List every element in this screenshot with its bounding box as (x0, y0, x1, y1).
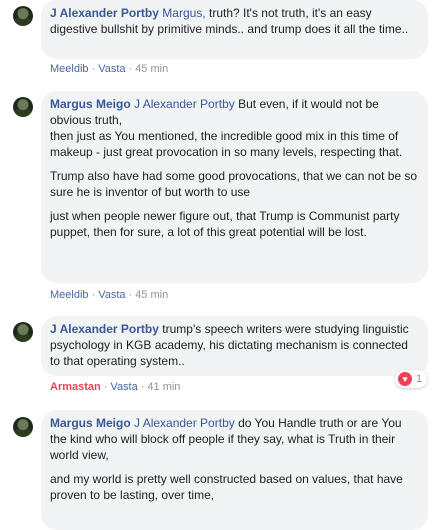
comment-mention[interactable]: Margus, (162, 6, 205, 20)
love-link[interactable]: Armastan (50, 381, 101, 393)
comment-time[interactable]: 41 min (147, 381, 180, 393)
avatar[interactable] (13, 322, 33, 342)
avatar[interactable] (13, 417, 33, 437)
reaction-count: 1 (416, 373, 423, 385)
reply-link[interactable]: Vasta (98, 63, 125, 75)
comment-actions: Meeldib · Vasta · 45 min (50, 289, 169, 301)
reply-link[interactable]: Vasta (98, 289, 125, 301)
comment-mention[interactable]: J Alexander Portby (134, 97, 235, 111)
comment-paragraph: Trump also have had some good provocatio… (50, 169, 418, 199)
comment-mention[interactable]: J Alexander Portby (134, 416, 235, 430)
comment-time[interactable]: 45 min (135, 63, 168, 75)
comment-bubble: J Alexander Portby trump's speech writer… (41, 316, 428, 376)
reply-link[interactable]: Vasta (110, 381, 137, 393)
comment-author[interactable]: J Alexander Portby (50, 6, 159, 20)
comment-author[interactable]: Margus Meigo (50, 97, 131, 111)
comment-time[interactable]: 45 min (135, 289, 168, 301)
comment-bubble: Margus Meigo J Alexander Portby But even… (41, 91, 428, 283)
comment-paragraph: just when people newer figure out, that … (50, 209, 400, 239)
comment-bubble: Margus Meigo J Alexander Portby do You H… (41, 410, 428, 530)
heart-icon: ♥ (398, 372, 412, 386)
avatar[interactable] (13, 97, 33, 117)
like-link[interactable]: Meeldib (50, 63, 89, 75)
reaction-badge[interactable]: ♥ 1 (395, 370, 428, 388)
comment-author[interactable]: Margus Meigo (50, 416, 131, 430)
comment-text: J Alexander Portby trump's speech writer… (50, 321, 419, 369)
comment-actions: Meeldib · Vasta · 45 min (50, 63, 169, 75)
comment-paragraph: and my world is pretty well constructed … (50, 472, 403, 502)
comment-text: Margus Meigo J Alexander Portby But even… (50, 96, 419, 160)
like-link[interactable]: Meeldib (50, 289, 89, 301)
comment-author[interactable]: J Alexander Portby (50, 322, 159, 336)
comment-text: J Alexander Portby Margus, truth? It's n… (50, 5, 419, 37)
comment-actions: Armastan · Vasta · 41 min (50, 381, 181, 393)
avatar[interactable] (13, 6, 33, 26)
comment-bubble: J Alexander Portby Margus, truth? It's n… (41, 0, 428, 59)
comment-text: Margus Meigo J Alexander Portby do You H… (50, 415, 419, 463)
